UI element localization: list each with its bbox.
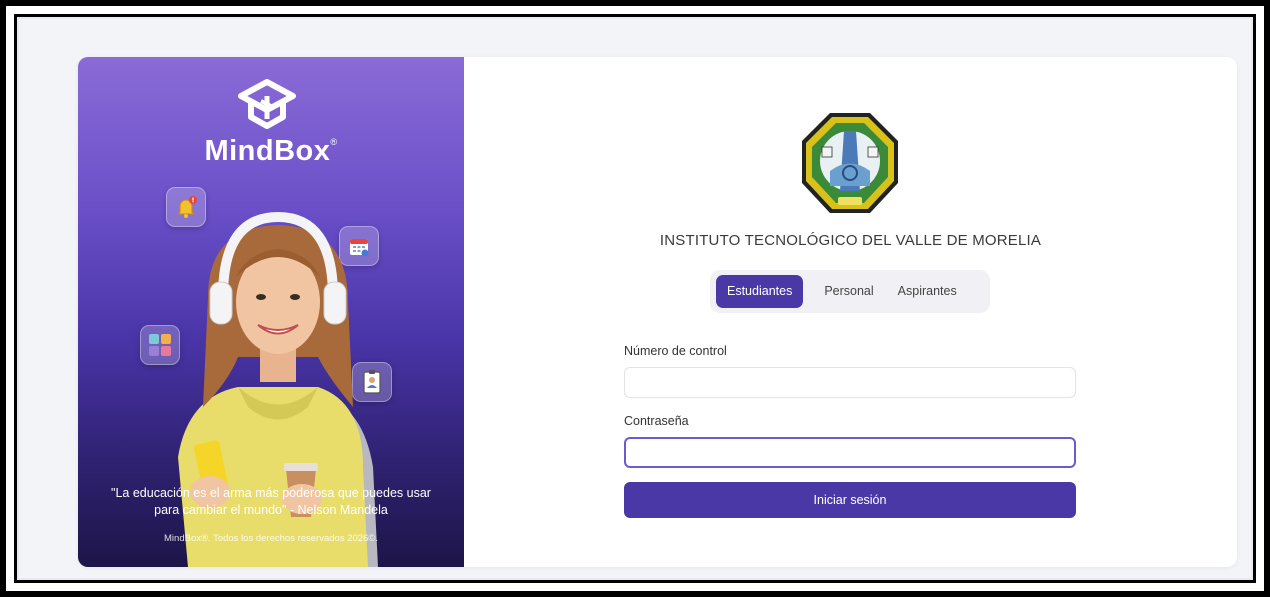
control-number-input[interactable] xyxy=(624,367,1076,398)
tab-aspirantes[interactable]: Aspirantes xyxy=(887,275,968,308)
brand-panel: MindBox® "La educación es el arma más po… xyxy=(78,57,464,567)
login-button[interactable]: Iniciar sesión xyxy=(624,482,1076,518)
login-card: MindBox® "La educación es el arma más po… xyxy=(78,57,1237,567)
tab-personal[interactable]: Personal xyxy=(813,275,884,308)
copyright-text: MindBox®. Todos los derechos reservados … xyxy=(164,533,378,544)
password-input[interactable] xyxy=(624,437,1076,468)
user-type-tabs: Estudiantes Personal Aspirantes xyxy=(710,270,990,313)
tab-estudiantes[interactable]: Estudiantes xyxy=(716,275,804,308)
brand-name: MindBox® xyxy=(204,135,338,167)
institute-seal-icon xyxy=(802,113,898,213)
inspirational-quote: "La educación es el arma más poderosa qu… xyxy=(111,486,431,517)
password-label: Contraseña xyxy=(624,414,689,428)
control-number-label: Número de control xyxy=(624,344,727,358)
institute-name: INSTITUTO TECNOLÓGICO DEL VALLE DE MOREL… xyxy=(659,232,1042,249)
mindbox-logo-icon xyxy=(238,79,296,129)
